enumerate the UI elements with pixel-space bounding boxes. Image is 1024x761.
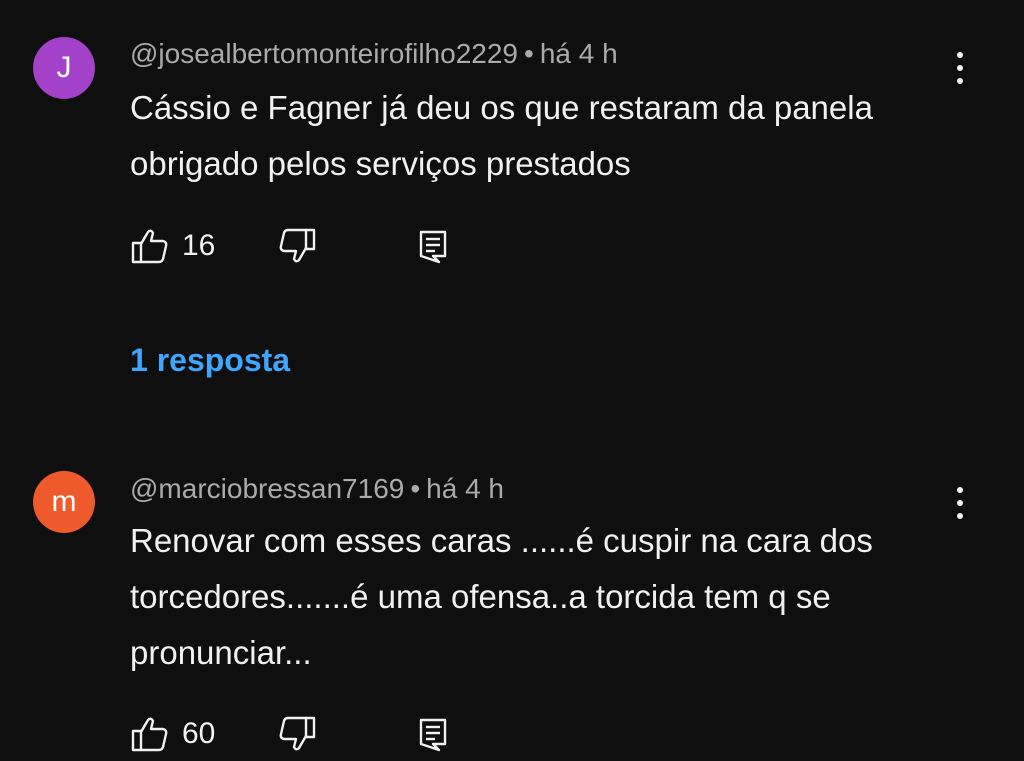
reply-button[interactable] <box>413 226 453 266</box>
reply-comment-icon <box>419 230 447 264</box>
comment-text: Renovar com esses caras ......é cuspir n… <box>130 513 970 681</box>
thumbs-down-icon <box>279 716 316 751</box>
like-button[interactable] <box>130 714 170 754</box>
comment-meta: @josealbertomonteirofilho2229 • há 4 h <box>130 38 618 70</box>
comment-actions: 16 <box>130 226 530 266</box>
author-handle[interactable]: @marciobressan7169 <box>130 473 404 504</box>
meta-separator: • <box>410 473 421 504</box>
comment-text-line: torcedores.......é uma ofensa..a torcida… <box>130 578 831 615</box>
comment-meta: @marciobressan7169 • há 4 h <box>130 473 504 505</box>
comment-time: há 4 h <box>539 38 618 69</box>
thumbs-up-icon <box>131 229 168 264</box>
meta-separator: • <box>524 38 534 69</box>
avatar[interactable]: J <box>33 37 95 99</box>
comment-text-line: Cássio e Fagner já deu os que restaram d… <box>130 89 873 126</box>
thumbs-up-icon <box>131 717 168 752</box>
comment-actions: 60 <box>130 714 530 754</box>
view-replies-link[interactable]: 1 resposta <box>130 342 290 379</box>
like-button[interactable] <box>130 226 170 266</box>
comment-time: há 4 h <box>426 473 505 504</box>
comment-text: Cássio e Fagner já deu os que restaram d… <box>130 80 970 192</box>
like-count: 60 <box>182 717 216 750</box>
comment-text-line: pronunciar... <box>130 634 312 671</box>
comment-text-line: Renovar com esses caras ......é cuspir n… <box>130 522 873 559</box>
author-handle[interactable]: @josealbertomonteirofilho2229 <box>130 38 518 69</box>
reply-comment-icon <box>419 718 447 752</box>
comment-text-line: obrigado pelos serviços prestados <box>130 145 631 182</box>
reply-button[interactable] <box>413 714 453 754</box>
avatar[interactable]: m <box>33 471 95 533</box>
thumbs-down-icon <box>279 228 316 263</box>
like-count: 16 <box>182 229 216 262</box>
dislike-button[interactable] <box>277 226 317 266</box>
dislike-button[interactable] <box>277 714 317 754</box>
